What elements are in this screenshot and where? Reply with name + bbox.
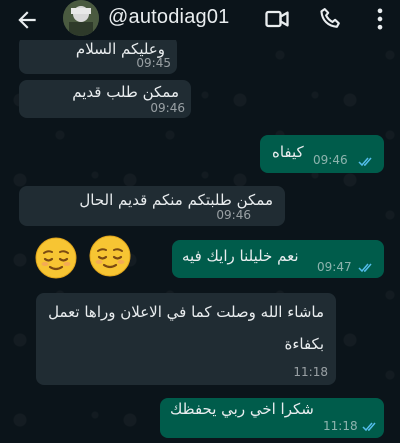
message-time: 09:47	[317, 260, 352, 274]
incoming-message[interactable]: ماشاء الله وصلت كما في الاعلان وراها تعم…	[36, 293, 336, 385]
more-options-icon[interactable]	[366, 5, 394, 33]
contact-name[interactable]: @autodiag01	[108, 6, 230, 29]
outgoing-message[interactable]: كيفاه 09:46	[260, 135, 384, 173]
read-ticks-icon	[358, 263, 372, 273]
chat-header: @autodiag01	[0, 0, 400, 40]
read-ticks-icon	[362, 422, 376, 432]
incoming-message[interactable]: وعليكم السلام 09:45	[19, 36, 177, 74]
message-time: 09:46	[216, 208, 251, 222]
incoming-message[interactable]: ممكن طلبتكم منكم قديم الحال 09:46	[19, 186, 285, 226]
video-call-icon[interactable]	[263, 5, 291, 33]
message-text: ممكن طلب قديم	[72, 83, 179, 101]
outgoing-message[interactable]: شكرا اخي ربي يحفظك 11:18	[160, 398, 384, 438]
contact-avatar[interactable]	[63, 0, 99, 36]
message-time: 09:45	[136, 56, 171, 70]
message-time: 11:18	[293, 365, 328, 379]
message-time: 09:46	[313, 153, 348, 167]
back-arrow-icon[interactable]	[14, 7, 40, 33]
voice-call-icon[interactable]	[317, 5, 345, 33]
emoji-message[interactable]	[34, 234, 138, 282]
message-text: شكرا اخي ربي يحفظك	[170, 400, 314, 418]
message-text: ممكن طلبتكم منكم قديم الحال	[79, 191, 273, 209]
message-time: 09:46	[150, 101, 185, 115]
message-text: نعم خليلنا رايك فيه	[182, 247, 299, 265]
message-text: كيفاه	[272, 143, 304, 161]
message-text-line1: ماشاء الله وصلت كما في الاعلان وراها تعم…	[48, 303, 324, 321]
message-text-line2: بكفاءة	[284, 335, 324, 353]
incoming-message[interactable]: ممكن طلب قديم 09:46	[19, 80, 191, 118]
read-ticks-icon	[358, 157, 372, 167]
message-time: 11:18	[323, 419, 358, 433]
relieved-face-emoji-icon	[89, 235, 131, 277]
outgoing-message[interactable]: نعم خليلنا رايك فيه 09:47	[172, 240, 384, 278]
relieved-face-emoji-icon	[35, 237, 77, 279]
